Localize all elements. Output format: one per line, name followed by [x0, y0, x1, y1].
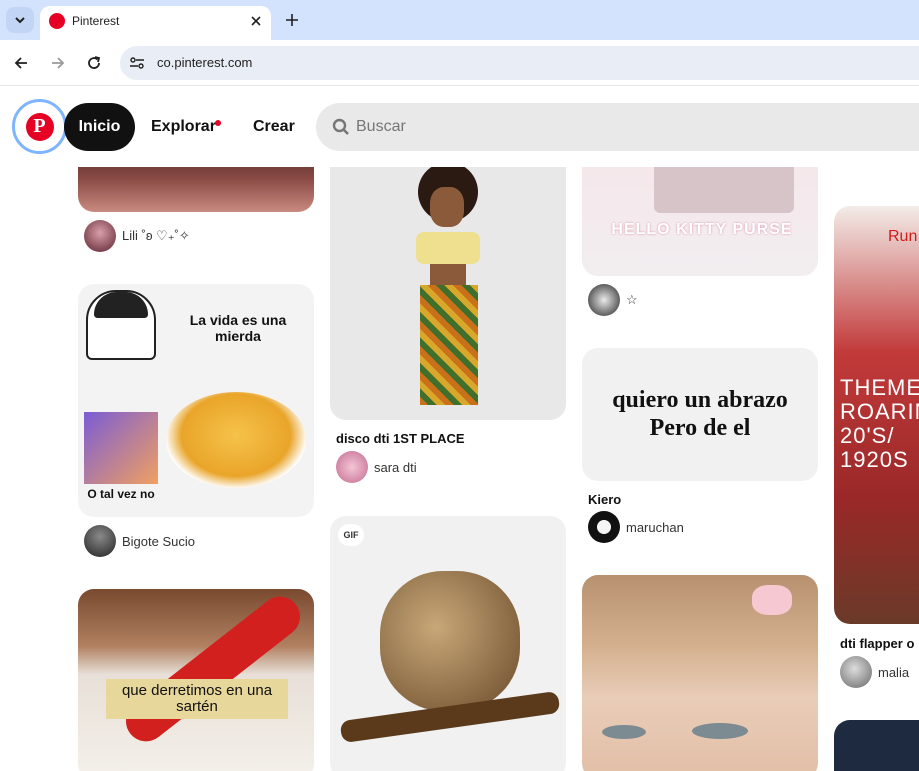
wojak-drawing — [86, 290, 156, 360]
pin-title[interactable]: disco dti 1ST PLACE — [336, 431, 465, 446]
avatar — [84, 525, 116, 557]
pin-title[interactable]: dti flapper o — [840, 636, 914, 651]
pinterest-favicon-icon — [49, 13, 65, 29]
pin-image-makeup[interactable] — [582, 575, 818, 771]
quote-text: quiero un abrazo Pero de el — [612, 387, 788, 441]
pin-author[interactable]: Lili ˚ʚ ♡₊˚✧ — [84, 220, 190, 252]
monkey-shape — [380, 571, 520, 711]
avatar — [84, 220, 116, 252]
pinterest-header: P Inicio Explorar Crear Buscar — [0, 87, 919, 167]
bow-shape — [752, 585, 792, 615]
spatula-shape — [117, 589, 309, 750]
meme-text-bottom: O tal vez no — [87, 487, 155, 501]
browser-tab[interactable]: Pinterest — [40, 6, 271, 40]
doll-pants — [420, 285, 478, 405]
pin-image-dark[interactable] — [834, 720, 919, 771]
pin-image-flapper[interactable]: Run THEME: ROARING 20'S/ 1920S — [834, 206, 919, 624]
tab-title: Pinterest — [72, 14, 120, 28]
notification-dot — [215, 120, 221, 126]
forward-button[interactable] — [46, 51, 70, 75]
back-arrow-icon — [14, 57, 27, 69]
pin-feed: Lili ˚ʚ ♡₊˚✧ La vida es una mierda O tal… — [0, 167, 919, 771]
forward-arrow-icon — [52, 57, 65, 69]
pin-image-meme[interactable]: La vida es una mierda O tal vez no — [78, 284, 314, 517]
avatar — [588, 284, 620, 316]
chevron-down-icon — [15, 17, 25, 24]
search-bar[interactable]: Buscar — [316, 103, 919, 151]
avatar — [336, 451, 368, 483]
reload-button[interactable] — [82, 51, 106, 75]
address-bar[interactable]: co.pinterest.com — [120, 46, 919, 80]
nav-explore[interactable]: Explorar — [151, 118, 216, 136]
caption-text: que derretimos en una sartén — [106, 679, 288, 719]
pin-image-doll[interactable] — [330, 167, 566, 420]
gif-badge: GIF — [338, 524, 364, 546]
pin-author[interactable]: maruchan — [588, 511, 684, 543]
pin-author[interactable]: sara dti — [336, 451, 417, 483]
nav-home[interactable]: Inicio — [64, 103, 135, 151]
fries-image — [166, 392, 306, 488]
new-tab-button[interactable] — [281, 9, 303, 31]
reload-icon — [88, 56, 101, 69]
pin-author[interactable]: ☆ — [588, 284, 638, 316]
nav-create[interactable]: Crear — [253, 118, 295, 136]
pin-image-spatula[interactable]: que derretimos en una sartén — [78, 589, 314, 771]
close-icon — [251, 16, 261, 26]
theme-text: THEME: ROARING 20'S/ 1920S — [840, 375, 919, 472]
pin-author[interactable]: Bigote Sucio — [84, 525, 195, 557]
pin-image-lips[interactable] — [78, 167, 314, 212]
plus-icon — [286, 14, 298, 26]
search-icon — [332, 118, 349, 135]
pin-image-quote[interactable]: quiero un abrazo Pero de el — [582, 348, 818, 481]
back-button[interactable] — [9, 51, 33, 75]
avatar — [840, 656, 872, 688]
pin-image-monkeys[interactable]: GIF — [330, 516, 566, 771]
search-input[interactable]: Buscar — [356, 118, 406, 136]
meme-text-top: La vida es una mierda — [189, 312, 287, 344]
flapper-top-text: Run — [888, 228, 918, 245]
browser-toolbar: co.pinterest.com — [0, 40, 919, 86]
tab-search-button[interactable] — [6, 7, 34, 33]
avatar — [588, 511, 620, 543]
pin-title[interactable]: Kiero — [588, 492, 621, 507]
close-tab-button[interactable] — [245, 10, 267, 32]
site-settings-icon[interactable] — [128, 54, 146, 72]
hello-kitty-text: HELLO KITTY PURSE — [611, 221, 793, 238]
pinterest-logo-icon: P — [25, 112, 54, 141]
pin-author[interactable]: malia — [840, 656, 909, 688]
pinterest-logo-button[interactable]: P — [12, 99, 67, 154]
pin-image-hello-kitty[interactable]: HELLO KITTY PURSE — [582, 167, 818, 276]
browser-tabstrip: Pinterest — [0, 0, 919, 40]
wojak-color-drawing — [84, 412, 158, 484]
url-text: co.pinterest.com — [157, 55, 253, 70]
